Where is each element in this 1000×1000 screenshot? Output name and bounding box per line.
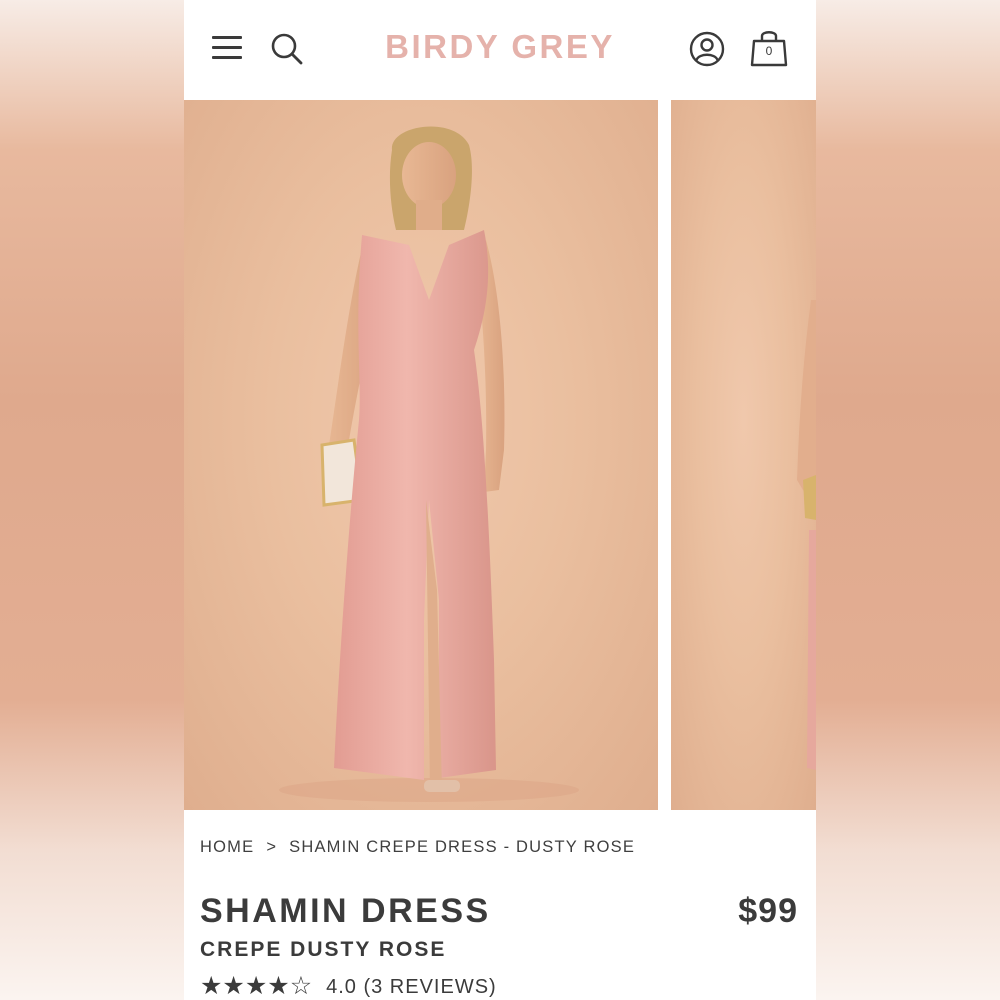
background-blur-left <box>0 0 184 1000</box>
star-filled-icon: ★ <box>200 972 224 1000</box>
rating-text: 4.0 (3 REVIEWS) <box>326 976 497 998</box>
cart-count: 0 <box>765 44 773 58</box>
star-filled-icon: ★ <box>222 972 246 1000</box>
product-rating[interactable]: ★★★★☆ 4.0 (3 REVIEWS) <box>200 972 497 1000</box>
background-blur-right <box>816 0 1000 1000</box>
breadcrumb-current: SHAMIN CREPE DRESS - DUSTY ROSE <box>289 838 636 856</box>
product-subtitle: CREPE DUSTY ROSE <box>200 938 447 961</box>
rating-stars: ★★★★☆ <box>200 972 312 1000</box>
product-price: $99 <box>738 892 798 930</box>
site-header: BIRDY GREY 0 <box>184 0 816 100</box>
breadcrumb: HOME > SHAMIN CREPE DRESS - DUSTY ROSE <box>200 838 635 857</box>
breadcrumb-separator: > <box>266 838 278 856</box>
product-image-gallery[interactable] <box>184 100 816 810</box>
breadcrumb-home-link[interactable]: HOME <box>200 838 254 856</box>
product-page: BIRDY GREY 0 HOME > SHAMIN CREPE DRESS -… <box>184 0 816 1000</box>
star-filled-icon: ★ <box>267 972 291 1000</box>
star-empty-icon: ☆ <box>289 972 314 1000</box>
product-image-next[interactable] <box>671 100 816 810</box>
shopping-bag-icon[interactable]: 0 <box>750 27 788 69</box>
product-image-main[interactable] <box>184 100 658 810</box>
account-icon[interactable] <box>689 31 725 67</box>
star-filled-icon: ★ <box>244 972 269 1000</box>
product-title: SHAMIN DRESS <box>200 892 491 930</box>
